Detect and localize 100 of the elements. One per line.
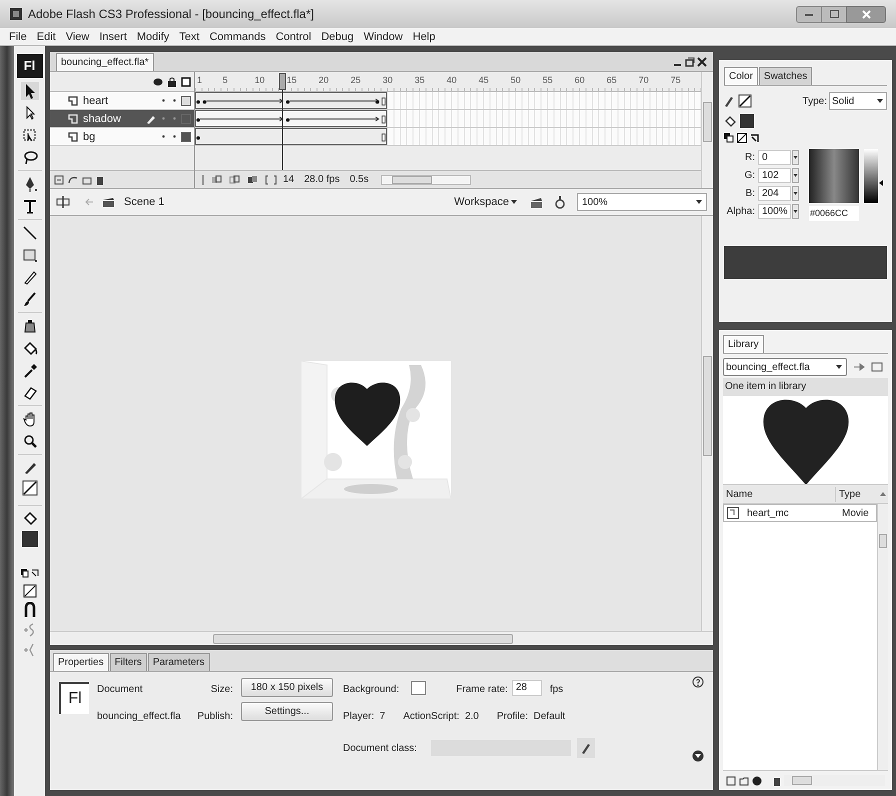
restore-icon[interactable]: [685, 57, 695, 67]
settings-button[interactable]: Settings...: [241, 702, 333, 721]
type-dropdown[interactable]: Solid: [829, 92, 887, 110]
caret-icon[interactable]: [792, 150, 799, 164]
stage-horizontal-scrollbar[interactable]: [50, 631, 713, 645]
channel-label: G:: [743, 168, 756, 182]
properties-tab[interactable]: Properties: [53, 653, 109, 671]
onion-markers-icon[interactable]: [265, 174, 277, 184]
stroke-pencil-icon[interactable]: [724, 95, 734, 107]
caret-icon[interactable]: [792, 168, 799, 182]
close-icon[interactable]: [697, 57, 707, 67]
outline-icon[interactable]: [181, 76, 191, 86]
magnet-icon[interactable]: [22, 602, 36, 618]
lock-icon[interactable]: [168, 76, 176, 86]
menu-item[interactable]: File: [4, 28, 32, 44]
stage-vertical-scrollbar[interactable]: [701, 216, 713, 631]
menu-item[interactable]: Control: [270, 28, 316, 44]
size-button[interactable]: 180 x 150 pixels: [241, 678, 333, 697]
background-color-swatch[interactable]: [411, 681, 426, 695]
properties-tab[interactable]: Parameters: [148, 653, 210, 671]
lock-dot-icon[interactable]: [173, 135, 176, 138]
collapse-icon[interactable]: [692, 750, 704, 762]
menu-item[interactable]: Edit: [32, 28, 61, 44]
properties-tab[interactable]: Filters: [110, 653, 147, 671]
column-header[interactable]: Name: [723, 486, 836, 502]
selection-tool-icon[interactable]: [20, 82, 38, 100]
delete-layer-icon[interactable]: [96, 174, 104, 184]
edit-class-button[interactable]: [576, 738, 595, 758]
channel-field[interactable]: 102: [758, 168, 791, 182]
menu-item[interactable]: Commands: [204, 28, 271, 44]
edit-multiple-frames-icon[interactable]: [247, 174, 259, 184]
visibility-dot-icon[interactable]: [162, 135, 165, 138]
maximize-button[interactable]: [822, 6, 846, 22]
hex-field[interactable]: #0066CC: [809, 206, 859, 221]
scene-name[interactable]: Scene 1: [124, 194, 164, 210]
timeline-toggle-icon[interactable]: [56, 195, 70, 209]
zoom-field[interactable]: 100%: [577, 193, 707, 211]
help-icon[interactable]: [692, 676, 704, 688]
library-item[interactable]: heart_mc Movie: [723, 504, 877, 522]
column-header[interactable]: Type: [836, 486, 878, 502]
menu-item[interactable]: Window: [358, 28, 408, 44]
layer-row[interactable]: bg: [50, 128, 194, 146]
delete-icon[interactable]: [773, 776, 781, 786]
minimize-button[interactable]: [796, 6, 822, 22]
onion-outline-icon[interactable]: [229, 174, 241, 184]
onion-skin-icon[interactable]: [211, 174, 223, 184]
menu-item[interactable]: Modify: [132, 28, 174, 44]
menu-item[interactable]: Help: [408, 28, 440, 44]
fill-color-swatch-icon[interactable]: [740, 114, 754, 128]
timeline-vertical-scrollbar[interactable]: [701, 72, 713, 188]
channel-field[interactable]: 0: [758, 150, 791, 164]
menu-item[interactable]: Text: [174, 28, 204, 44]
frame-number: 15: [286, 75, 297, 85]
playhead[interactable]: [279, 73, 286, 170]
stroke-color-swatch-icon[interactable]: [20, 479, 38, 497]
lock-dot-icon[interactable]: [173, 99, 176, 102]
layer-row[interactable]: heart: [50, 92, 194, 110]
no-color-icon[interactable]: [22, 584, 36, 598]
new-folder-icon[interactable]: [739, 776, 749, 786]
visibility-dot-icon[interactable]: [162, 99, 165, 102]
new-folder-icon[interactable]: [82, 174, 92, 184]
color-panel-tab[interactable]: Swatches: [758, 67, 812, 85]
library-vertical-scrollbar[interactable]: [877, 504, 888, 770]
frame-rate-field[interactable]: 28: [512, 680, 542, 696]
library-dropdown[interactable]: bouncing_effect.fla: [723, 358, 847, 376]
timeline-scrollbar[interactable]: [380, 174, 471, 184]
close-button[interactable]: [846, 6, 886, 22]
new-symbol-icon[interactable]: [726, 776, 736, 786]
default-colors-icon[interactable]: [724, 133, 734, 143]
fill-color-swatch-icon[interactable]: [20, 530, 38, 548]
caret-icon[interactable]: [792, 204, 799, 218]
layer-row[interactable]: shadow: [50, 110, 194, 128]
channel-field[interactable]: 100%: [758, 204, 791, 218]
channel-field[interactable]: 204: [758, 186, 791, 200]
menu-item[interactable]: Insert: [94, 28, 132, 44]
library-horizontal-scrollbar[interactable]: [784, 775, 885, 786]
eye-icon[interactable]: [153, 78, 163, 86]
visibility-dot-icon[interactable]: [162, 117, 165, 120]
publish-label: Publish:: [197, 710, 233, 724]
workspace-button[interactable]: Workspace: [454, 194, 517, 210]
library-tab[interactable]: Library: [723, 335, 764, 353]
color-panel-tab[interactable]: Color: [724, 67, 758, 85]
motion-guide-icon[interactable]: [68, 174, 78, 184]
slider-thumb[interactable]: [879, 180, 883, 186]
color-spectrum[interactable]: [809, 149, 859, 203]
document-tab[interactable]: bouncing_effect.fla*: [56, 53, 154, 71]
lock-dot-icon[interactable]: [173, 117, 176, 120]
actionscript-version: ActionScript: 2.0: [403, 710, 479, 724]
no-color-icon[interactable]: [737, 133, 747, 143]
menu-item[interactable]: Debug: [316, 28, 359, 44]
swap-colors-icon[interactable]: [20, 568, 40, 580]
edit-symbol-icon[interactable]: [529, 195, 545, 209]
brightness-slider[interactable]: [864, 149, 883, 203]
caret-icon[interactable]: [792, 186, 799, 200]
stroke-color-swatch-icon[interactable]: [738, 94, 752, 108]
center-frame-icon[interactable]: [201, 174, 205, 184]
swap-colors-icon[interactable]: [750, 133, 760, 143]
line-tool-icon[interactable]: [20, 224, 38, 242]
new-layer-icon[interactable]: [54, 174, 64, 184]
menu-item[interactable]: View: [60, 28, 94, 44]
